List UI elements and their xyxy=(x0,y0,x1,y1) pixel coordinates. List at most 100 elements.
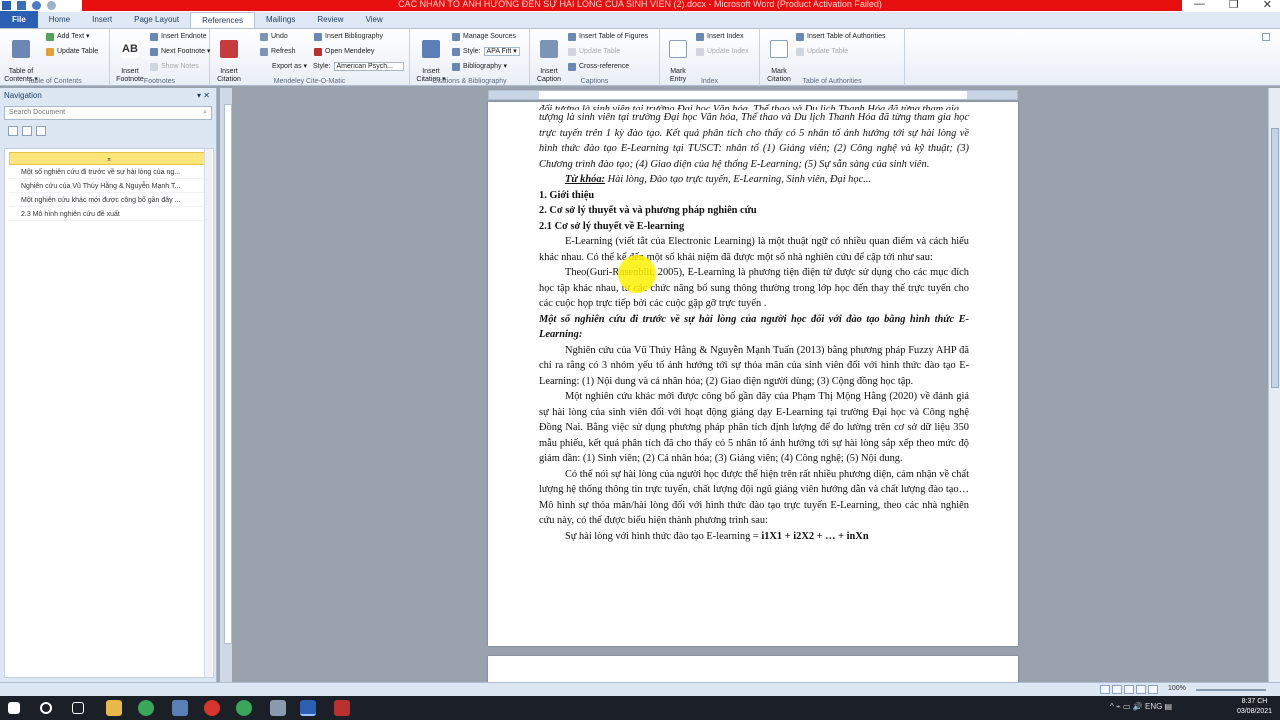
tab-references[interactable]: References xyxy=(190,12,255,28)
add-text-label: Add Text ▾ xyxy=(57,33,90,40)
manage-sources-button[interactable]: Manage Sources xyxy=(452,32,516,41)
insert-citation-button[interactable]: Insert Citation ▾ xyxy=(414,32,448,84)
nav-heading-item[interactable]: Nghiên cứu của Vũ Thúy Hằng & Nguyễn Mạn… xyxy=(9,180,209,193)
open-mendeley-button[interactable]: Open Mendeley xyxy=(314,47,374,56)
group-label-captions: Captions xyxy=(580,78,609,85)
cross-reference-button[interactable]: Cross-reference xyxy=(568,62,629,71)
chrome-profile-icon[interactable] xyxy=(236,700,252,716)
group-mendeley: Insert Citation Undo Refresh Export as ▾… xyxy=(210,29,410,86)
open-mendeley-label: Open Mendeley xyxy=(325,48,375,55)
save-icon[interactable] xyxy=(17,1,26,10)
minimize-button[interactable]: — xyxy=(1194,0,1205,11)
update-toa-button[interactable]: Update Table xyxy=(796,47,848,56)
update-toa-icon xyxy=(796,47,804,56)
web-layout-view-icon[interactable] xyxy=(1124,685,1134,694)
file-explorer-icon[interactable] xyxy=(106,700,122,716)
chrome-icon[interactable] xyxy=(138,700,154,716)
camera-icon[interactable] xyxy=(270,700,286,716)
update-table-button[interactable]: Update Table xyxy=(46,47,98,56)
app-notification-icon[interactable] xyxy=(204,700,220,716)
outline-view-icon[interactable] xyxy=(1136,685,1146,694)
update-index-label: Update Index xyxy=(707,48,749,55)
ribbon-expand-icon[interactable] xyxy=(1262,33,1270,41)
search-icon[interactable]: ⌕ xyxy=(203,109,207,117)
undo-icon[interactable] xyxy=(32,1,41,10)
tab-insert[interactable]: Insert xyxy=(81,12,123,28)
insert-endnote-label: Insert Endnote xyxy=(161,33,207,40)
abstract-paragraph: tượng là sinh viên tại trường Đại học Vă… xyxy=(539,112,969,170)
mendeley-insert-citation-button[interactable]: Insert Citation xyxy=(214,32,244,84)
insert-table-of-authorities-button[interactable]: Insert Table of Authorities xyxy=(796,32,885,41)
document-page[interactable]: đối tượng là sinh viên tại trường Đại họ… xyxy=(488,102,1018,646)
task-view-icon[interactable] xyxy=(72,702,84,714)
next-footnote-button[interactable]: Next Footnote ▾ xyxy=(150,47,210,56)
insert-endnote-button[interactable]: Insert Endnote xyxy=(150,32,207,41)
show-notes-button[interactable]: Show Notes xyxy=(150,62,199,71)
search-icon[interactable] xyxy=(40,702,52,714)
scrollbar-thumb[interactable] xyxy=(1271,128,1279,388)
insert-bibliography-button[interactable]: Insert Bibliography xyxy=(314,32,383,41)
system-tray[interactable]: ^ ⌁ ▭ 🔊 ENG ▤ xyxy=(1110,702,1172,711)
search-placeholder: Search Document xyxy=(9,109,66,116)
clock[interactable]: 8:37 CH 03/08/2021 xyxy=(1237,697,1272,717)
tab-page-layout[interactable]: Page Layout xyxy=(123,12,190,28)
headings-view-icon[interactable] xyxy=(8,126,18,136)
tab-mailings[interactable]: Mailings xyxy=(255,12,306,28)
zoom-level[interactable]: 100% xyxy=(1168,685,1186,692)
insert-index-button[interactable]: Insert Index xyxy=(696,32,744,41)
word-taskbar-icon[interactable] xyxy=(300,700,316,716)
citation-style-select[interactable]: Style: APA Fift ▾ xyxy=(452,47,520,56)
mendeley-undo-label: Undo xyxy=(271,33,288,40)
nav-selected-heading[interactable]: ⌅ xyxy=(9,152,209,165)
update-index-button[interactable]: Update Index xyxy=(696,47,749,56)
tab-review[interactable]: Review xyxy=(306,12,354,28)
mendeley-taskbar-icon[interactable] xyxy=(334,700,350,716)
clock-date: 03/08/2021 xyxy=(1236,708,1272,715)
redo-icon[interactable] xyxy=(47,1,56,10)
navigation-scrollbar[interactable] xyxy=(204,149,212,677)
insert-footnote-button[interactable]: AB Insert Footnote xyxy=(112,32,148,84)
next-footnote-label: Next Footnote ▾ xyxy=(161,48,211,55)
insert-caption-button[interactable]: Insert Caption xyxy=(534,32,564,84)
tab-file[interactable]: File xyxy=(0,11,38,28)
navigation-close-button[interactable]: ▾ ✕ xyxy=(197,88,210,104)
mendeley-undo-button[interactable]: Undo xyxy=(260,32,288,41)
close-window-button[interactable]: ✕ xyxy=(1263,0,1272,11)
insert-table-of-figures-button[interactable]: Insert Table of Figures xyxy=(568,32,648,41)
nav-heading-item[interactable]: 2.3 Mô hình nghiên cứu đề xuất xyxy=(9,208,209,221)
restore-button[interactable]: ❐ xyxy=(1229,0,1239,11)
draft-view-icon[interactable] xyxy=(1148,685,1158,694)
update-figures-table-button[interactable]: Update Table xyxy=(568,47,620,56)
mendeley-export-as-button[interactable]: Export as ▾ xyxy=(272,62,307,71)
tab-view[interactable]: View xyxy=(355,12,394,28)
add-text-icon xyxy=(46,32,54,41)
footnote-icon: AB xyxy=(121,40,139,58)
word-app-icon[interactable] xyxy=(2,1,11,10)
insert-toa-label: Insert Table of Authorities xyxy=(807,33,886,40)
vertical-ruler xyxy=(224,104,232,644)
nav-heading-item[interactable]: Một nghiên cứu khác mới được công bố gần… xyxy=(9,194,209,207)
group-citations: Insert Citation ▾ Manage Sources Style: A… xyxy=(410,29,530,86)
tab-home[interactable]: Home xyxy=(38,12,81,28)
document-scrollbar[interactable] xyxy=(1268,88,1280,682)
pages-view-icon[interactable] xyxy=(22,126,32,136)
add-text-button[interactable]: Add Text ▾ xyxy=(46,32,90,41)
mendeley-style-select[interactable]: Style: American Psych... xyxy=(313,62,404,71)
right-margin-marker xyxy=(967,91,1017,99)
horizontal-ruler[interactable] xyxy=(488,90,1018,100)
results-view-icon[interactable] xyxy=(36,126,46,136)
zoom-slider[interactable] xyxy=(1196,689,1266,691)
table-of-contents-button[interactable]: Table of Contents ▾ xyxy=(2,32,40,84)
nav-heading-item[interactable]: Một số nghiên cứu đi trước về sự hài lòn… xyxy=(9,166,209,179)
group-table-of-contents: Table of Contents ▾ Add Text ▾ Update Ta… xyxy=(0,29,110,86)
full-screen-reading-view-icon[interactable] xyxy=(1112,685,1122,694)
print-layout-view-icon[interactable] xyxy=(1100,685,1110,694)
windows-start-icon[interactable] xyxy=(8,702,20,714)
mendeley-refresh-button[interactable]: Refresh xyxy=(260,47,296,56)
document-body[interactable]: đối tượng là sinh viên tại trường Đại họ… xyxy=(539,102,969,544)
app-icon[interactable] xyxy=(172,700,188,716)
mark-citation-button[interactable]: Mark Citation xyxy=(764,32,794,84)
bibliography-button[interactable]: Bibliography ▾ xyxy=(452,62,507,71)
mark-entry-button[interactable]: Mark Entry xyxy=(664,32,692,84)
search-document-input[interactable]: Search Document ⌕ xyxy=(4,106,212,120)
